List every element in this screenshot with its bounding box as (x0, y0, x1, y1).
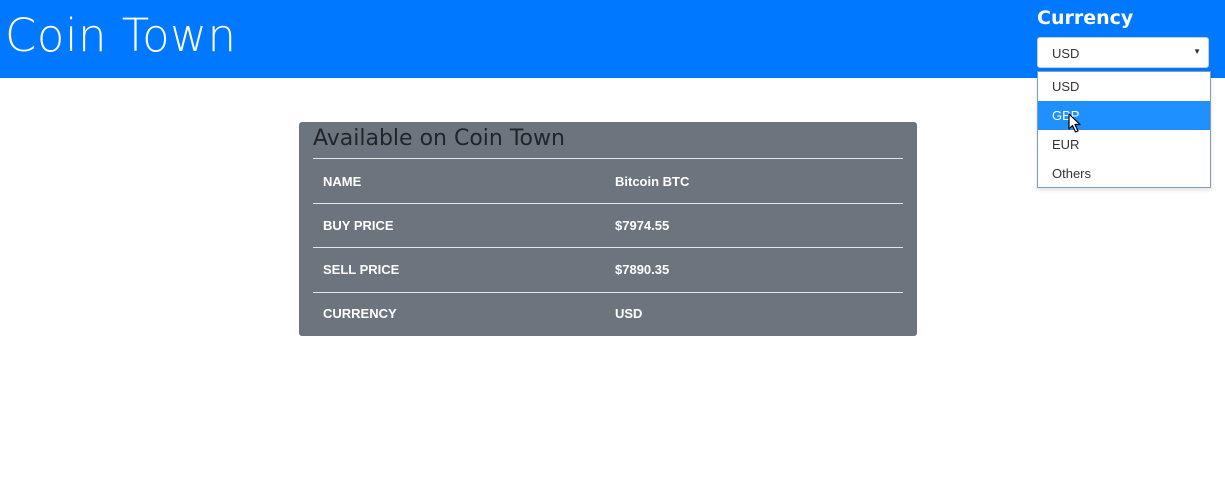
row-label-currency: CURRENCY (323, 306, 397, 321)
currency-option-usd[interactable]: USD (1038, 72, 1210, 101)
mouse-cursor-icon (1068, 113, 1081, 133)
divider (313, 158, 903, 159)
chevron-down-icon: ▼ (1193, 47, 1201, 56)
row-label-buy-price: BUY PRICE (323, 218, 394, 233)
row-label-name: NAME (323, 174, 362, 189)
coin-info-panel: Available on Coin Town NAME Bitcoin BTC … (299, 122, 917, 336)
divider (313, 247, 903, 248)
header-bar: Coin Town Currency USD ▼ (0, 0, 1225, 78)
currency-option-eur[interactable]: EUR (1038, 130, 1210, 159)
row-value-buy-price: $7974.55 (615, 218, 670, 233)
currency-select[interactable]: USD ▼ (1037, 37, 1209, 68)
currency-option-gbp[interactable]: GBP (1038, 101, 1210, 130)
row-value-currency: USD (615, 306, 643, 321)
divider (313, 292, 903, 293)
row-value-sell-price: $7890.35 (615, 262, 670, 277)
currency-option-others[interactable]: Others (1038, 159, 1210, 188)
row-value-name: Bitcoin BTC (615, 174, 690, 189)
currency-label: Currency (1037, 7, 1134, 29)
row-label-sell-price: SELL PRICE (323, 262, 400, 277)
divider (313, 203, 903, 204)
app-title: Coin Town (5, 9, 237, 62)
currency-dropdown: USD GBP EUR Others (1037, 71, 1211, 188)
currency-select-value: USD (1052, 46, 1080, 61)
panel-title: Available on Coin Town (313, 126, 565, 151)
